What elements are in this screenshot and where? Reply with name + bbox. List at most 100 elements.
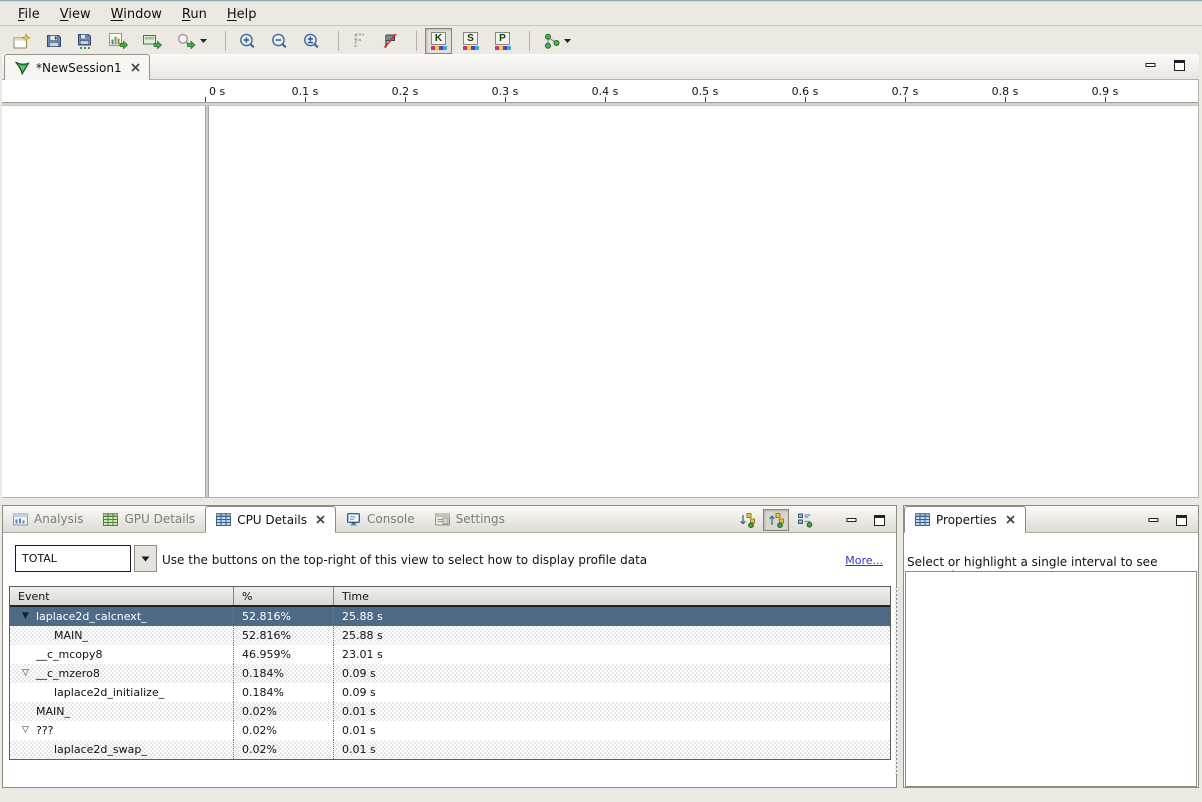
properties-tab-label: Properties	[936, 513, 997, 527]
new-session-button[interactable]	[8, 29, 36, 54]
table-header-row: Event%Time	[10, 587, 890, 607]
tree-icon	[543, 33, 560, 49]
search-icon	[177, 33, 196, 49]
details-panel: Analysis GPU Details CPU Details Console Set…	[2, 505, 897, 788]
toolbar-separator	[338, 31, 339, 51]
event-name: __c_mzero8	[36, 667, 100, 680]
expander-icon[interactable]: ▽	[19, 726, 32, 735]
tab-label: CPU Details	[237, 513, 307, 527]
event-name: laplace2d_swap_	[54, 743, 147, 756]
maximize-button[interactable]	[1174, 60, 1186, 71]
column-header-percent[interactable]: %	[233, 587, 333, 605]
new-session-icon	[13, 33, 31, 50]
flat-view-icon	[797, 512, 814, 528]
tab-settings[interactable]: Settings	[425, 506, 515, 532]
minimize-button[interactable]	[1148, 515, 1160, 526]
timeline-view: 0 s0.1 s0.2 s0.3 s0.4 s0.5 s0.6 s0.7 s0.…	[2, 80, 1199, 498]
more-link[interactable]: More...	[845, 554, 883, 567]
close-icon[interactable]	[131, 63, 140, 72]
percent-value: 0.184%	[233, 664, 333, 683]
event-name: laplace2d_initialize_	[54, 686, 164, 699]
maximize-button[interactable]	[1176, 515, 1188, 526]
ruler-tick-label: 0 s	[209, 85, 225, 98]
table-scrollbar[interactable]	[895, 586, 903, 776]
cpu-table-row[interactable]: ▽???0.02%0.01 s	[10, 721, 890, 740]
profile-scope-value[interactable]: TOTAL	[15, 545, 131, 572]
session-tab-label: *NewSession1	[36, 61, 122, 75]
expander-icon[interactable]: ▽	[19, 669, 32, 678]
set-marker-button[interactable]	[347, 29, 372, 53]
save-all-button[interactable]	[72, 29, 99, 54]
cpu-table-row[interactable]: ▽__c_mzero80.184%0.09 s	[10, 664, 890, 683]
view-mode-buttons	[734, 509, 818, 531]
timeline-canvas[interactable]	[2, 106, 1198, 497]
menu-help[interactable]: Help	[217, 5, 267, 24]
details-tabs: Analysis GPU Details CPU Details Console Set…	[3, 506, 515, 532]
event-cell: MAIN_	[10, 702, 233, 721]
export-chart-button[interactable]	[104, 29, 133, 53]
zoom-in-icon	[239, 33, 256, 50]
tab-cpu-details[interactable]: CPU Details	[205, 506, 336, 533]
properties-icon	[915, 513, 930, 526]
minimize-button[interactable]	[1145, 60, 1157, 71]
search-button[interactable]	[172, 29, 212, 53]
zoom-out-button[interactable]	[266, 29, 293, 54]
menu-bar: FileViewWindowRunHelp	[0, 3, 1202, 26]
session-tab[interactable]: *NewSession1	[4, 54, 150, 80]
flag-dotted-icon	[352, 33, 367, 49]
tab-gpu-details[interactable]: GPU Details	[93, 506, 205, 532]
zoom-fit-button[interactable]	[298, 29, 325, 54]
top-down-tree-view-button[interactable]	[734, 509, 760, 531]
kernel-view-button[interactable]: K	[425, 28, 452, 54]
percent-value: 46.959%	[233, 645, 333, 664]
tab-analysis[interactable]: Analysis	[3, 506, 93, 532]
code-structure-view-button[interactable]	[792, 509, 818, 531]
menu-window[interactable]: Window	[101, 5, 172, 24]
tab-console[interactable]: Console	[336, 506, 425, 532]
bottom-up-tree-view-button[interactable]	[763, 509, 789, 531]
letter-K-icon: K	[430, 32, 447, 50]
event-cell: ▼laplace2d_calcnext_	[10, 607, 233, 626]
tab-properties[interactable]: Properties	[904, 506, 1026, 533]
event-name: MAIN_	[54, 629, 88, 642]
process-view-button[interactable]: P	[489, 28, 516, 54]
letter-P-icon: P	[494, 32, 511, 50]
dropdown-caret-icon[interactable]	[200, 39, 207, 43]
time-value: 25.88 s	[333, 607, 890, 626]
menu-file[interactable]: File	[8, 5, 50, 24]
clear-marker-button[interactable]	[377, 29, 403, 53]
dropdown-caret-icon[interactable]	[564, 39, 571, 43]
event-cell: ▽ __c_mzero8	[10, 664, 233, 683]
display-hint-text: Use the buttons on the top-right of this…	[162, 553, 647, 567]
combo-dropdown-button[interactable]	[134, 545, 157, 572]
tab-label: Analysis	[34, 512, 83, 526]
zoom-in-button[interactable]	[234, 29, 261, 54]
maximize-button[interactable]	[874, 515, 886, 526]
cpu-table-row[interactable]: __c_mcopy846.959%23.01 s	[10, 645, 890, 664]
analysis-icon	[13, 513, 28, 526]
minimize-button[interactable]	[846, 515, 858, 526]
session-icon	[14, 61, 30, 75]
settings-icon	[435, 513, 450, 526]
menu-run[interactable]: Run	[172, 5, 217, 24]
column-header-event[interactable]: Event	[10, 587, 233, 605]
cpu-table-row[interactable]: laplace2d_initialize_0.184%0.09 s	[10, 683, 890, 702]
expander-icon[interactable]: ▼	[19, 612, 32, 621]
cpu-table-row[interactable]: MAIN_0.02%0.01 s	[10, 702, 890, 721]
close-icon[interactable]	[1006, 515, 1015, 524]
cpu-table-row[interactable]: ▼laplace2d_calcnext_52.816%25.88 s	[10, 607, 890, 626]
cpu-table-row[interactable]: MAIN_52.816%25.88 s	[10, 626, 890, 645]
console-icon	[346, 513, 361, 526]
tab-label: Settings	[456, 512, 505, 526]
close-icon[interactable]	[316, 515, 325, 524]
profile-scope-combo: TOTAL	[15, 545, 157, 572]
analysis-tree-button[interactable]	[538, 29, 576, 53]
flag-slash-icon	[382, 33, 398, 49]
stream-view-button[interactable]: S	[457, 28, 484, 54]
column-header-time[interactable]: Time	[333, 587, 890, 605]
export-data-button[interactable]	[138, 29, 167, 53]
save-button[interactable]	[41, 29, 67, 53]
menu-view[interactable]: View	[50, 5, 101, 24]
cpu-table-row[interactable]: laplace2d_swap_0.02%0.01 s	[10, 740, 890, 759]
time-value: 0.01 s	[333, 740, 890, 759]
